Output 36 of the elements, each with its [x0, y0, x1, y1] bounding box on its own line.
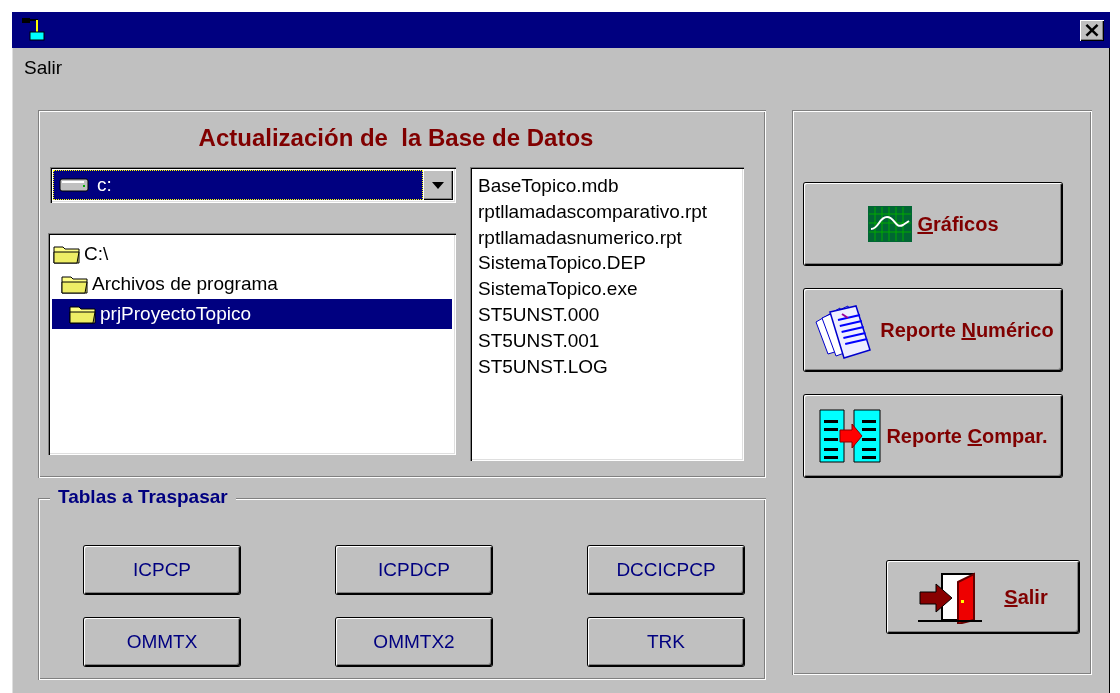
door-exit-icon [918, 570, 983, 624]
app-icon [20, 16, 48, 44]
table-button[interactable]: OMMTX [84, 618, 240, 666]
folder-icon [60, 273, 90, 295]
table-button[interactable]: ICPDCP [336, 546, 492, 594]
folder-icon [68, 303, 98, 325]
table-button[interactable]: ICPCP [84, 546, 240, 594]
caret-icon [432, 181, 444, 189]
folder-item[interactable]: Archivos de programa [52, 269, 452, 299]
drive-value: c: [53, 170, 423, 200]
dropdown-arrow-button[interactable] [423, 170, 453, 200]
file-item[interactable]: ST5UNST.000 [478, 302, 736, 328]
file-item[interactable]: BaseTopico.mdb [478, 173, 736, 199]
action-button[interactable]: Gráficos [804, 183, 1062, 265]
folder-item[interactable]: C:\ [52, 239, 452, 269]
file-item[interactable]: rptllamadasnumerico.rpt [478, 224, 736, 251]
file-item[interactable]: SistemaTopico.DEP [478, 250, 736, 277]
drive-dropdown[interactable]: c: [50, 167, 456, 203]
action-button[interactable]: Reporte Numérico [804, 289, 1062, 371]
drive-icon [59, 177, 89, 193]
menu-item[interactable]: Salir [24, 57, 62, 79]
table-button[interactable]: OMMTX2 [336, 618, 492, 666]
action-button[interactable]: Reporte Compar. [804, 395, 1062, 477]
file-item[interactable]: rptllamadascomparativo.rpt [478, 198, 736, 225]
folder-item[interactable]: prjProyectoTopico [52, 299, 452, 329]
close-button[interactable]: × [1080, 19, 1104, 41]
file-item[interactable]: SistemaTopico.exe [478, 276, 736, 302]
file-item[interactable]: ST5UNST.LOG [478, 353, 736, 380]
folder-icon [52, 243, 82, 265]
table-button[interactable]: TRK [588, 618, 744, 666]
panel-title: Actualización de la Base de Datos [197, 124, 595, 152]
compare-documents-icon [818, 408, 883, 464]
oscilloscope-icon [867, 205, 914, 243]
exit-button[interactable]: Salir [887, 561, 1079, 633]
table-button[interactable]: DCCICPCP [588, 546, 744, 594]
file-item[interactable]: ST5UNST.001 [478, 327, 736, 354]
